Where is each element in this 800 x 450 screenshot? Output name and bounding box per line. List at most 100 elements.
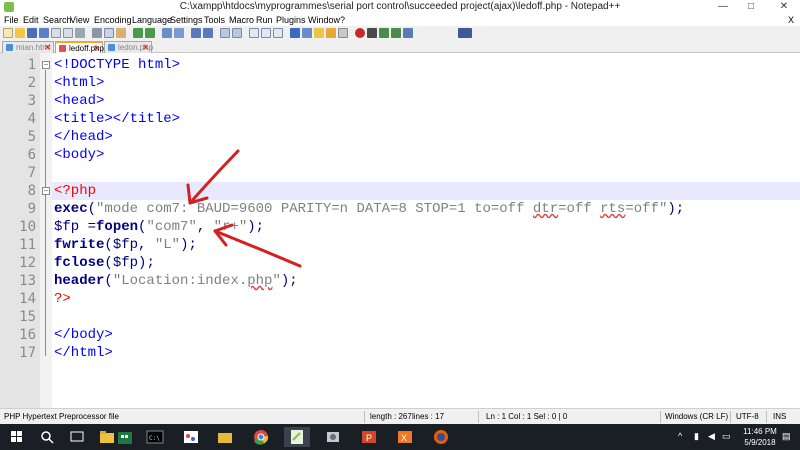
open-file-icon[interactable] [15,28,25,38]
network-icon[interactable]: ▮ [694,430,699,443]
svg-text:X: X [401,433,407,443]
status-length: length : 267 [370,412,412,421]
battery-icon[interactable]: ▭ [722,430,731,443]
close-tab-icon[interactable]: ✕ [142,42,149,53]
file-modified-icon [59,45,66,52]
paint-icon[interactable] [178,427,204,447]
status-lines: lines : 17 [412,412,445,421]
word-wrap-icon[interactable] [249,28,259,38]
annotation-arrow [186,149,240,205]
status-encoding[interactable]: UTF-8 [736,409,759,425]
doc-map-icon[interactable] [302,28,312,38]
cut-icon[interactable] [92,28,102,38]
play-macro-icon[interactable] [379,28,389,38]
svg-text:C:\: C:\ [149,435,160,442]
copy-icon[interactable] [104,28,114,38]
menu-bar: File Edit Search View Encoding Language … [0,14,800,26]
save-all-icon[interactable] [39,28,49,38]
save-icon[interactable] [27,28,37,38]
find-icon[interactable] [162,28,172,38]
stop-record-icon[interactable] [367,28,377,38]
minimize-button[interactable]: — [712,0,734,14]
show-all-chars-icon[interactable] [261,28,271,38]
firefox-icon[interactable] [428,427,454,447]
close-document-icon[interactable]: X [788,14,794,26]
chrome-icon[interactable] [248,427,274,447]
menu-view[interactable]: View [70,14,89,26]
windows-taskbar: C:\ P X ^ ▮ ◀ ▭ 11:46 PM 5/9/2018 ▤ [0,424,800,450]
task-view-icon[interactable] [64,427,90,447]
close-icon[interactable] [51,28,61,38]
tab-mian-html[interactable]: mian.html ✕ [2,41,54,53]
new-file-icon[interactable] [3,28,13,38]
status-separator [478,411,479,423]
close-window-button[interactable]: ✕ [770,0,798,14]
save-macro-icon[interactable] [403,28,413,38]
status-file-type: PHP Hypertext Preprocessor file [4,412,120,421]
zoom-out-icon[interactable] [203,28,213,38]
fold-toggle-icon[interactable]: − [42,187,50,195]
clock-date[interactable]: 5/9/2018 [740,436,780,449]
menu-settings[interactable]: Settings [170,14,203,26]
close-tab-icon[interactable]: ✕ [44,42,51,53]
lang-icon[interactable] [290,28,300,38]
undo-icon[interactable] [133,28,143,38]
indent-guide-icon[interactable] [273,28,283,38]
redo-icon[interactable] [145,28,155,38]
xampp-icon[interactable]: X [392,427,418,447]
status-bar: PHP Hypertext Preprocessor file length :… [0,408,800,424]
spell-check-icon[interactable] [458,28,472,38]
zoom-in-icon[interactable] [191,28,201,38]
menu-help[interactable]: ? [340,14,345,26]
window-title: C:\xampp\htdocs\myprogrammes\serial port… [179,1,621,12]
notifications-icon[interactable]: ▤ [782,430,791,443]
record-macro-icon[interactable] [355,28,365,38]
svg-text:P: P [366,433,372,443]
menu-run[interactable]: Run [256,14,273,26]
status-insert-mode[interactable]: INS [773,409,786,425]
status-separator [730,411,731,423]
file-saved-icon [6,44,13,51]
menu-macro[interactable]: Macro [229,14,254,26]
replace-icon[interactable] [174,28,184,38]
status-position: Ln : 1 Col : 1 Sel : 0 | 0 [486,412,568,421]
menu-file[interactable]: File [4,14,19,26]
maximize-button[interactable]: □ [740,0,762,14]
monitoring-icon[interactable] [338,28,348,38]
menu-language[interactable]: Language [132,14,172,26]
menu-encoding[interactable]: Encoding [94,14,132,26]
close-all-icon[interactable] [63,28,73,38]
menu-window[interactable]: Window [308,14,340,26]
menu-tools[interactable]: Tools [204,14,225,26]
fold-guide [45,196,46,296]
powerpoint-icon[interactable]: P [356,427,382,447]
sync-vertical-icon[interactable] [220,28,230,38]
menu-search[interactable]: Search [43,14,72,26]
tab-ledoff-php[interactable]: ledoff.php ✕ [55,41,104,53]
folder-workspace-icon[interactable] [326,28,336,38]
start-icon[interactable] [4,427,30,447]
notepadpp-icon[interactable] [284,427,310,447]
sync-horizontal-icon[interactable] [232,28,242,38]
print-icon[interactable] [75,28,85,38]
status-separator [364,411,365,423]
menu-plugins[interactable]: Plugins [276,14,306,26]
toolbar [0,26,800,40]
paste-icon[interactable] [116,28,126,38]
annotation-arrow [213,223,302,268]
fold-toggle-icon[interactable]: − [42,61,50,69]
folder-icon[interactable] [212,427,238,447]
volume-icon[interactable]: ◀ [708,430,715,443]
tray-expand-icon[interactable]: ^ [678,430,682,443]
tools-icon[interactable] [320,427,346,447]
menu-edit[interactable]: Edit [23,14,39,26]
status-eol[interactable]: Windows (CR LF) [665,409,728,425]
search-icon[interactable] [34,427,60,447]
status-separator [660,411,661,423]
cmd-icon[interactable]: C:\ [142,427,168,447]
play-multiple-icon[interactable] [391,28,401,38]
function-list-icon[interactable] [314,28,324,38]
editor-area[interactable]: 1 2 3 4 5 6 7 8 9 10 11 12 13 14 15 16 17 <!DOCTYPE html… [0,53,800,408]
store-icon[interactable] [112,427,138,447]
tab-ledon-php[interactable]: ledon.php ✕ [104,41,153,53]
